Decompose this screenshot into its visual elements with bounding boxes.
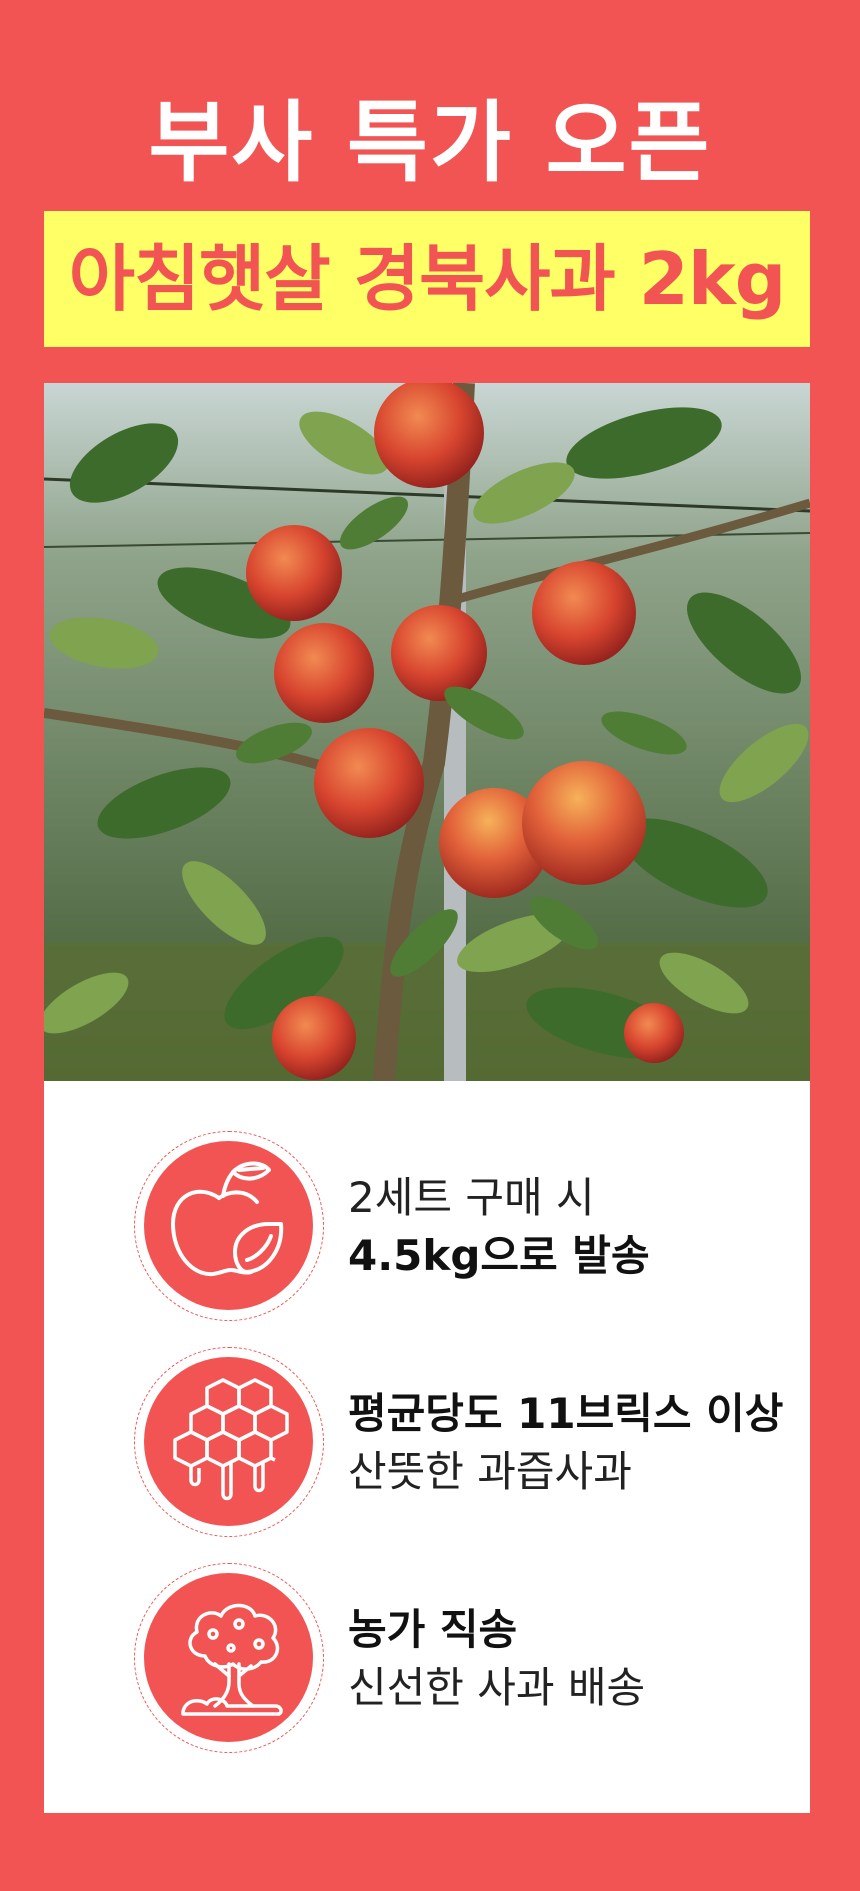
feature-item: 농가 직송 신선한 사과 배송: [88, 1563, 778, 1753]
product-title-banner: 아침햇살 경북사과 2kg: [44, 211, 810, 347]
tree-icon-badge: [134, 1563, 324, 1753]
honeycomb-icon: [173, 1378, 289, 1501]
apple-orchard-photo: [44, 383, 810, 1081]
feature-line: 산뜻한 과즙사과: [348, 1447, 632, 1496]
feature-item: 평균당도 11브릭스 이상 산뜻한 과즙사과: [88, 1347, 783, 1537]
apple-icon-badge: [134, 1131, 324, 1321]
features-panel: 2세트 구매 시 4.5kg으로 발송 평균당도 11브릭스 이상 산뜻한 과즙…: [44, 1081, 810, 1813]
feature-text: 농가 직송 신선한 사과 배송: [348, 1601, 808, 1717]
product-title: 아침햇살 경북사과 2kg: [68, 237, 787, 321]
feature-line-bold: 농가 직송: [348, 1605, 518, 1654]
feature-line-bold: 평균당도 11브릭스 이상: [348, 1389, 784, 1438]
feature-line-bold: 4.5kg으로 발송: [348, 1231, 650, 1280]
feature-text: 2세트 구매 시 4.5kg으로 발송: [348, 1169, 808, 1285]
apple-icon: [171, 1161, 284, 1277]
honeycomb-icon-badge: [134, 1347, 324, 1537]
feature-text: 평균당도 11브릭스 이상 산뜻한 과즙사과: [348, 1385, 808, 1501]
feature-item: 2세트 구매 시 4.5kg으로 발송: [88, 1131, 778, 1321]
page-title: 부사 특가 오픈: [148, 91, 712, 194]
tree-icon: [181, 1603, 283, 1716]
feature-line: 신선한 사과 배송: [348, 1663, 646, 1712]
feature-line: 2세트 구매 시: [348, 1173, 595, 1222]
